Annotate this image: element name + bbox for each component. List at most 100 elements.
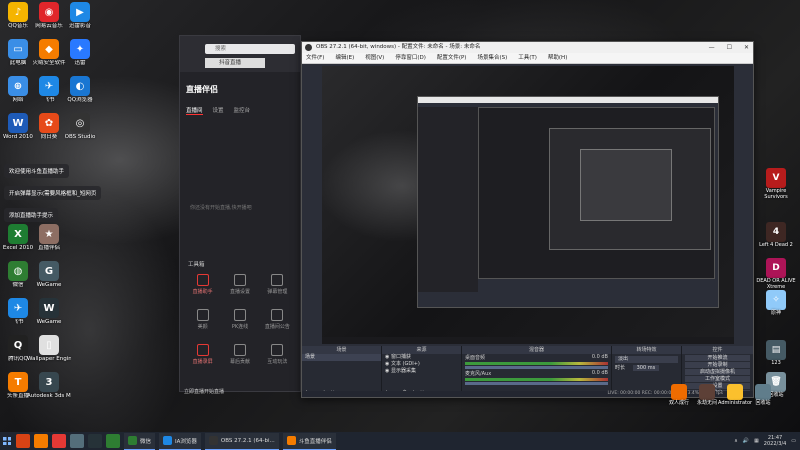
app-icon: D [766, 258, 786, 278]
desktop-icon[interactable]: D DEAD OR ALIVE Xtreme [756, 258, 796, 290]
volume-slider[interactable] [465, 366, 608, 369]
menu-item[interactable]: 编辑(E) [335, 53, 354, 63]
app-icon [286, 436, 296, 445]
control-button[interactable]: 启动虚拟摄像机 [685, 369, 750, 375]
menu-item[interactable]: 文件(F) [306, 53, 324, 63]
taskbar-pin-6[interactable] [106, 434, 120, 448]
scenes-dock[interactable]: 场景 场景 +−∧∨ [302, 346, 382, 397]
menu-item[interactable]: 配置文件(P) [437, 53, 467, 63]
taskbar-apps: 微信 IA浏览器 OBS 27.2.1 (64-bi... 斗鱼直播伴侣 [122, 432, 338, 450]
toolbox-item[interactable]: 互动玩法 [259, 344, 296, 365]
source-item[interactable]: ◉ 显示器采集 [382, 368, 461, 375]
companion-tab[interactable]: 设置 [213, 106, 224, 115]
companion-tab[interactable]: 直播间 [186, 106, 203, 115]
menu-item[interactable]: 视图(V) [365, 53, 384, 63]
maximize-icon[interactable]: ☐ [727, 42, 732, 53]
taskbar-app[interactable]: OBS 27.2.1 (64-bi... [204, 432, 279, 450]
app-icon: ✧ [766, 290, 786, 310]
companion-camera-tab[interactable]: 抖音直播 [205, 58, 265, 68]
start-button[interactable] [0, 432, 14, 450]
nested-companion [418, 107, 478, 292]
toolbox-item[interactable]: PK连线 [221, 309, 258, 330]
desktop-icon[interactable]: 3Autodesk 3ds Max [27, 372, 71, 400]
companion-search-input[interactable]: 搜索 [205, 44, 295, 54]
taskbar-pin-4[interactable] [70, 434, 84, 448]
desktop-icon-label: Wallpaper Engine [27, 356, 71, 362]
toolbox-title: 工具箱 [188, 262, 205, 268]
sources-dock[interactable]: 来源 ◉ 窗口捕获◉ 文本 (GDI+)◉ 显示器采集 +−⚙∧∨ [382, 346, 462, 397]
taskbar-app[interactable]: IA浏览器 [159, 432, 201, 450]
clock-date: 2022/3/4 [763, 441, 787, 447]
taskbar-pin-2[interactable] [34, 434, 48, 448]
nested-titlebar [418, 97, 718, 103]
desktop-icon[interactable]: ✦ 迅雷 [58, 39, 102, 67]
sources-dock-title: 来源 [382, 346, 461, 354]
desktop-icon[interactable]: ▯ Wallpaper Engine [27, 335, 71, 363]
menu-item[interactable]: 停靠窗口(D) [395, 53, 426, 63]
desktop-icon[interactable]: ✧ 原神 [756, 290, 796, 316]
wegame-icon-2: W [39, 298, 59, 318]
toolbox-item[interactable]: 直播助手 [184, 274, 221, 295]
toolbox-item[interactable]: 美颜 [184, 309, 221, 330]
desktop-icon[interactable]: V Vampire Survivors [756, 168, 796, 200]
mixer-channel-db: 0.0 dB [591, 370, 608, 376]
control-button[interactable]: 开始推流 [685, 355, 750, 361]
notification-toast[interactable]: 开启弹幕显示(需要风格框和_短网页 [4, 186, 102, 200]
desktop-icon[interactable]: W WeGame [27, 298, 71, 326]
menu-item[interactable]: 场景集合(S) [477, 53, 507, 63]
source-item[interactable]: ◉ 窗口捕获 [382, 354, 461, 361]
toolbox-item[interactable]: 直播录屏 [184, 344, 221, 365]
duration-value[interactable]: 300 ms [632, 365, 660, 371]
close-icon[interactable]: ✕ [744, 42, 749, 53]
obs-titlebar[interactable]: OBS 27.2.1 (64-bit, windows) - 配置文件: 未命名… [302, 42, 753, 53]
desktop-icon[interactable]: ★ 直播伴侣 [27, 224, 71, 252]
toolbox-item[interactable]: 幕后贡献 [221, 344, 258, 365]
desktop-icon[interactable]: ▶ 迅雷影音 [58, 2, 102, 30]
toolbox-item[interactable]: 直播间公告 [259, 309, 296, 330]
control-button[interactable]: 工作室模式 [685, 376, 750, 382]
clock[interactable]: 21:47 2022/3/4 [764, 435, 786, 447]
live-companion-window[interactable]: 搜索 抖音直播 直播伴侣 直播间 设置 监控台 你还没有开始直播,快开播吧 工具箱 … [179, 35, 301, 395]
taskbar-app[interactable]: 斗鱼直播伴侣 [282, 432, 336, 450]
desktop-icon[interactable]: ▤ 123 [756, 340, 796, 366]
feishu-icon-2: ✈ [8, 298, 28, 318]
volume-icon[interactable]: 🔊 [743, 438, 749, 444]
control-button[interactable]: 开始录制 [685, 362, 750, 368]
scene-item[interactable]: 场景 [302, 354, 381, 361]
desktop-icon[interactable]: ◐ QQ浏览器 [58, 76, 102, 104]
taskbar-pin-5[interactable] [88, 434, 102, 448]
source-label: 窗口捕获 [390, 354, 411, 360]
menu-item[interactable]: 帮助(H) [548, 53, 567, 63]
notification-icon[interactable]: ▭ [791, 438, 796, 444]
notification-toast[interactable]: 欢迎使用斗鱼直播助手 [4, 164, 70, 178]
menu-item[interactable]: 工具(T) [518, 53, 537, 63]
tray-chevron-icon[interactable]: ∧ [734, 438, 738, 444]
toolbox-item[interactable]: 弹幕管理 [259, 274, 296, 295]
obs-window[interactable]: OBS 27.2.1 (64-bit, windows) - 配置文件: 未命名… [301, 41, 754, 398]
shield-icon: ◆ [39, 39, 59, 59]
mixer-dock[interactable]: 混音器 桌面音频 0.0 dB 麦克风/Aux 0.0 dB [462, 346, 612, 397]
preview-nested-obs [417, 96, 719, 308]
desktop-icon[interactable]: ◎ OBS Studio [58, 113, 102, 141]
transition-select[interactable]: 淡出 [615, 356, 678, 363]
companion-tab[interactable]: 监控台 [234, 106, 251, 115]
desktop-icon[interactable]: 回收站 [746, 384, 780, 406]
volume-slider[interactable] [465, 382, 608, 385]
taskbar-pin-3[interactable] [52, 434, 66, 448]
taskbar-app[interactable]: 微信 [124, 432, 156, 450]
window-controls: — ☐ ✕ [709, 42, 749, 53]
tool-icon [271, 274, 284, 286]
transition-duration[interactable]: 时长 300 ms [612, 365, 681, 372]
desktop-icon[interactable]: G WeGame [27, 261, 71, 289]
toolbox-item[interactable]: 直播设置 [221, 274, 258, 295]
taskbar-pin-1[interactable] [16, 434, 30, 448]
minimize-icon[interactable]: — [709, 42, 715, 53]
obs-icon: ◎ [70, 113, 90, 133]
network-icon[interactable]: ▦ [754, 438, 759, 444]
feishu-icon: ✈ [39, 76, 59, 96]
source-item[interactable]: ◉ 文本 (GDI+) [382, 361, 461, 368]
desktop-icon[interactable]: 4 Left 4 Dead 2 [756, 222, 796, 248]
companion-banner[interactable]: 立即直播开始直播 [184, 388, 224, 395]
obs-preview[interactable] [322, 66, 734, 344]
notification-toast[interactable]: 添加直播助手提示 [4, 208, 59, 222]
